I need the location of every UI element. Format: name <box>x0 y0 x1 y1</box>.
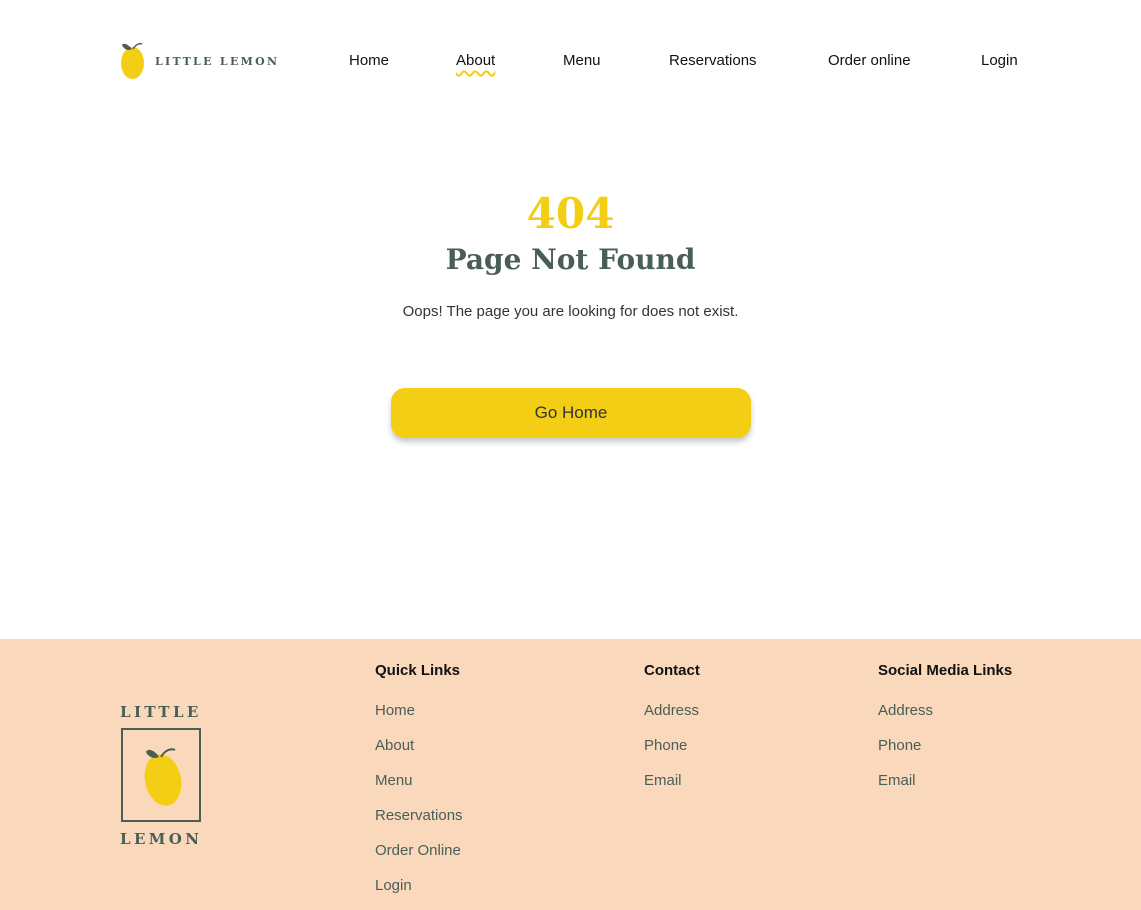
footer-social: Social Media Links Address Phone Email <box>878 661 1012 806</box>
nav-about[interactable]: About <box>456 52 495 69</box>
nav-home[interactable]: Home <box>349 52 389 69</box>
nav-menu[interactable]: Menu <box>563 52 601 69</box>
footer-link-home[interactable]: Home <box>375 701 463 721</box>
quick-links-heading: Quick Links <box>375 662 461 679</box>
go-home-button[interactable]: Go Home <box>391 388 751 438</box>
footer-link-order-online[interactable]: Order Online <box>375 841 463 861</box>
footer-link-login[interactable]: Login <box>375 876 463 896</box>
contact-link-address[interactable]: Address <box>644 701 700 721</box>
footer-link-reservations[interactable]: Reservations <box>375 806 463 826</box>
brand-name: LITTLE LEMON <box>155 54 280 68</box>
social-link-email[interactable]: Email <box>878 771 1012 791</box>
footer-link-menu[interactable]: Menu <box>375 771 463 791</box>
nav-reservations[interactable]: Reservations <box>669 52 757 69</box>
social-link-address[interactable]: Address <box>878 701 1012 721</box>
footer-logo-top-text: LITTLE <box>120 703 202 721</box>
footer-link-about[interactable]: About <box>375 736 463 756</box>
footer-logo-frame <box>121 728 201 822</box>
contact-heading: Contact <box>644 662 700 679</box>
social-heading: Social Media Links <box>878 662 1013 679</box>
lemon-icon <box>121 42 144 79</box>
page-title: Page Not Found <box>445 243 696 276</box>
error-message: Oops! The page you are looking for does … <box>402 303 739 320</box>
footer-logo-bottom-text: LEMON <box>120 830 203 848</box>
nav-login[interactable]: Login <box>981 52 1018 69</box>
brand-logo-link[interactable]: LITTLE LEMON <box>120 40 279 82</box>
social-link-phone[interactable]: Phone <box>878 736 1012 756</box>
contact-link-phone[interactable]: Phone <box>644 736 700 756</box>
site-header: LITTLE LEMON Home About Menu Reservation… <box>0 0 1141 124</box>
contact-link-email[interactable]: Email <box>644 771 700 791</box>
footer-logo: LITTLE LEMON <box>120 703 204 848</box>
error-code: 404 <box>526 189 615 238</box>
lemon-icon <box>144 748 182 806</box>
nav-order-online[interactable]: Order online <box>828 52 911 69</box>
site-footer: LITTLE LEMON Quick Links Home About Menu… <box>0 639 1141 910</box>
footer-quick-links: Quick Links Home About Menu Reservations… <box>375 661 463 910</box>
footer-contact: Contact Address Phone Email <box>644 661 700 806</box>
